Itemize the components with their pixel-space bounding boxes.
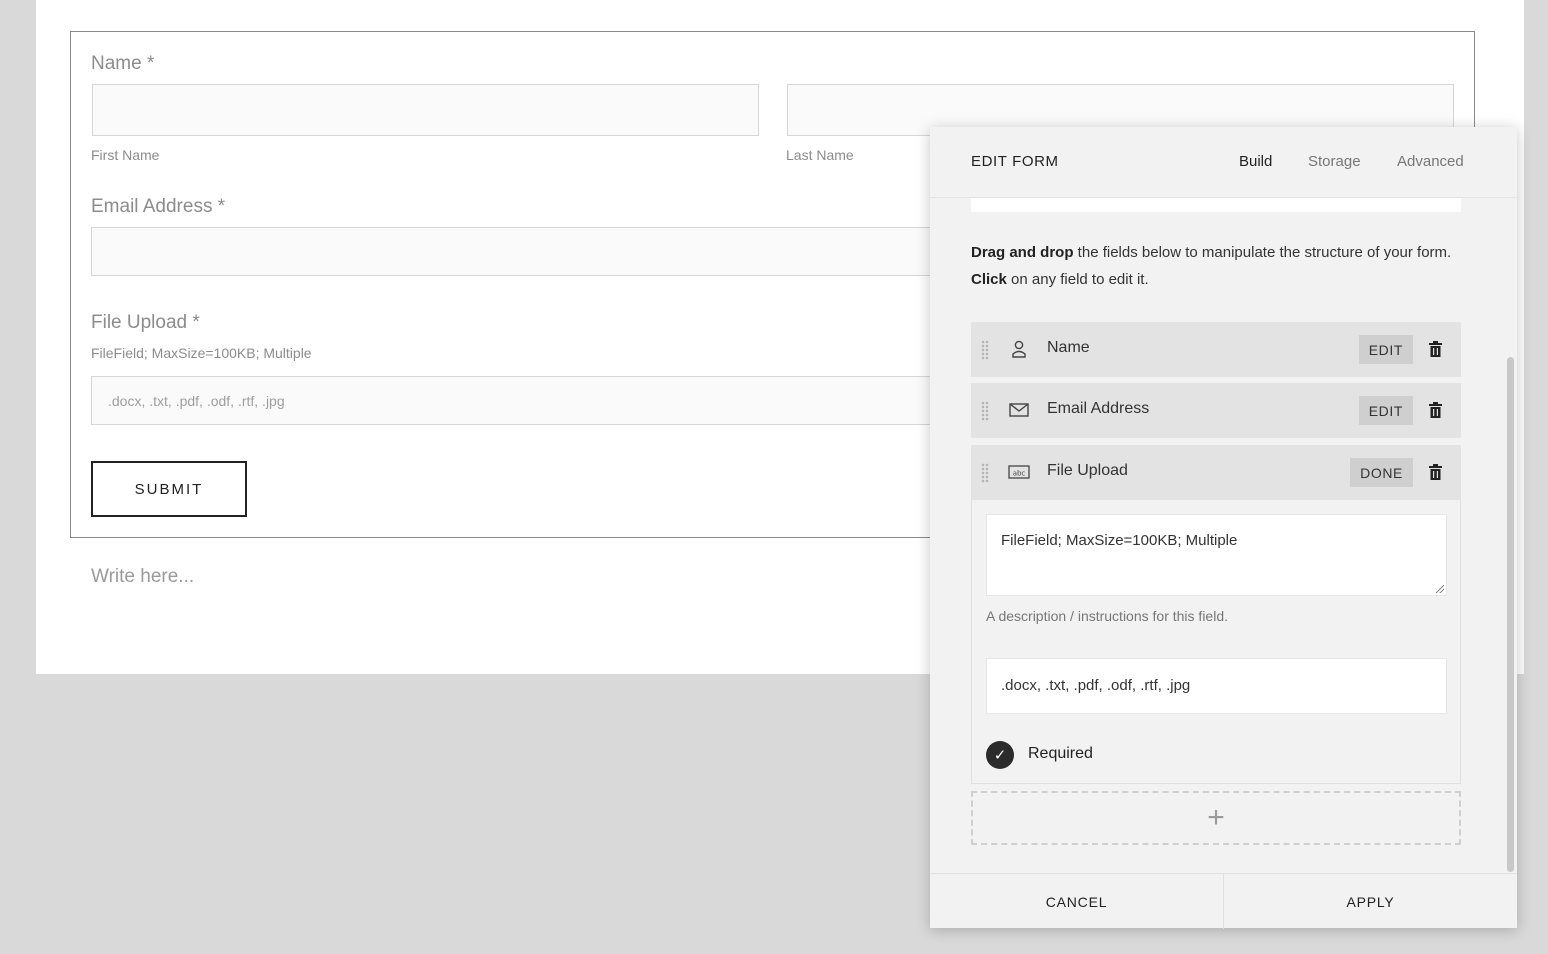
first-name-input[interactable] xyxy=(92,84,759,136)
field-label-file-upload: File Upload xyxy=(1047,462,1128,479)
instruction-bold-click: Click xyxy=(971,271,1007,288)
file-upload-label: File Upload * xyxy=(91,312,200,333)
edit-form-panel: EDIT FORM Build Storage Advanced Drag an… xyxy=(930,127,1517,929)
apply-button[interactable]: APPLY xyxy=(1224,874,1517,929)
tab-advanced[interactable]: Advanced xyxy=(1397,153,1464,170)
file-upload-placeholder: .docx, .txt, .pdf, .odf, .rtf, .jpg xyxy=(108,393,285,409)
name-label: Name * xyxy=(91,53,155,74)
svg-text:abc: abc xyxy=(1013,470,1026,478)
write-here-placeholder[interactable]: Write here... xyxy=(91,566,194,588)
panel-body: Drag and drop the fields below to manipu… xyxy=(930,198,1517,873)
field-editor: FileField; MaxSize=100KB; Multiple A des… xyxy=(971,500,1461,784)
checkmark-icon: ✓ xyxy=(993,747,1007,764)
tab-storage[interactable]: Storage xyxy=(1308,153,1361,170)
drag-handle-icon[interactable] xyxy=(981,401,989,421)
field-label-email: Email Address xyxy=(1047,400,1150,417)
field-row-name[interactable]: Name EDIT xyxy=(971,322,1461,377)
field-label-name: Name xyxy=(1047,339,1090,356)
add-field-button[interactable]: + xyxy=(971,791,1461,845)
cancel-button[interactable]: CANCEL xyxy=(930,874,1223,929)
text-field-icon: abc xyxy=(1008,465,1030,479)
panel-scrollbar[interactable] xyxy=(1507,357,1514,872)
required-label[interactable]: Required xyxy=(1028,745,1093,763)
trash-icon[interactable] xyxy=(1429,341,1442,357)
panel-title: EDIT FORM xyxy=(971,153,1059,170)
edit-name-button[interactable]: EDIT xyxy=(1358,335,1413,364)
extensions-value: .docx, .txt, .pdf, .odf, .rtf, .jpg xyxy=(1001,677,1191,694)
envelope-icon xyxy=(1009,403,1029,417)
extensions-input[interactable]: .docx, .txt, .pdf, .odf, .rtf, .jpg xyxy=(986,658,1447,714)
field-row-file-upload[interactable]: abc File Upload DONE xyxy=(971,445,1461,500)
instruction-text-1: the fields below to manipulate the struc… xyxy=(1073,244,1452,261)
email-label: Email Address * xyxy=(91,196,226,217)
first-name-sublabel: First Name xyxy=(91,147,160,163)
last-name-sublabel: Last Name xyxy=(786,147,854,163)
partial-input[interactable] xyxy=(971,198,1461,212)
trash-icon[interactable] xyxy=(1429,402,1442,418)
instruction-text-2: on any field to edit it. xyxy=(1006,271,1149,288)
tab-build[interactable]: Build xyxy=(1239,153,1272,170)
description-value: FileField; MaxSize=100KB; Multiple xyxy=(1001,532,1238,549)
build-instructions: Drag and drop the fields below to manipu… xyxy=(971,239,1471,293)
resize-handle-icon[interactable] xyxy=(1436,585,1444,593)
done-file-upload-button[interactable]: DONE xyxy=(1350,458,1413,487)
field-row-email[interactable]: Email Address EDIT xyxy=(971,383,1461,438)
plus-icon: + xyxy=(1207,801,1225,834)
description-help-text: A description / instructions for this fi… xyxy=(986,608,1228,624)
trash-icon[interactable] xyxy=(1429,464,1442,480)
panel-footer: CANCEL APPLY xyxy=(930,873,1517,929)
required-checkbox[interactable]: ✓ xyxy=(986,741,1014,769)
instruction-bold-drag: Drag and drop xyxy=(971,244,1074,261)
edit-email-button[interactable]: EDIT xyxy=(1358,396,1413,425)
submit-button[interactable]: SUBMIT xyxy=(91,461,247,517)
person-icon xyxy=(1012,340,1026,358)
file-upload-description: FileField; MaxSize=100KB; Multiple xyxy=(91,345,312,361)
drag-handle-icon[interactable] xyxy=(981,340,989,360)
description-textarea[interactable]: FileField; MaxSize=100KB; Multiple xyxy=(986,514,1447,596)
panel-header: EDIT FORM Build Storage Advanced xyxy=(930,127,1517,198)
drag-handle-icon[interactable] xyxy=(981,463,989,483)
